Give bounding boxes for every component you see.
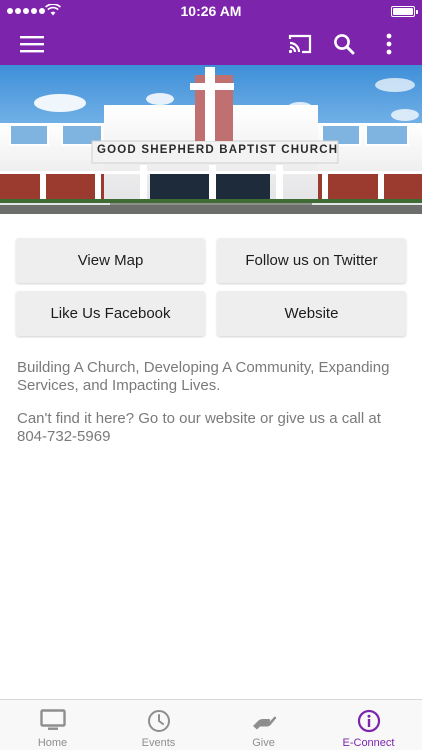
contact-text: Can't find it here? Go to our website or… (17, 410, 381, 445)
like-facebook-button[interactable]: Like Us Facebook (16, 291, 205, 336)
tab-label: Events (141, 737, 176, 749)
info-icon (357, 709, 380, 733)
follow-twitter-button[interactable]: Follow us on Twitter (217, 238, 406, 283)
church-hero-image: GOOD SHEPHERD BAPTIST CHURCH (0, 65, 422, 214)
tab-events[interactable]: Events (106, 700, 211, 750)
church-sign-text: GOOD SHEPHERD BAPTIST CHURCH (97, 144, 339, 156)
more-options-button[interactable] (367, 22, 411, 65)
app-toolbar (0, 22, 422, 65)
tab-label: Give (252, 737, 275, 749)
clock-icon (147, 710, 170, 732)
cast-button[interactable] (278, 22, 322, 65)
tab-home[interactable]: Home (0, 700, 105, 750)
tab-econnect[interactable]: E-Connect (316, 700, 421, 750)
battery-icon (391, 6, 418, 17)
giving-hand-icon (252, 716, 276, 730)
view-map-button[interactable]: View Map (16, 238, 205, 283)
status-bar: 10:26 AM (0, 0, 422, 22)
search-icon (334, 33, 355, 54)
tab-label: E-Connect (342, 737, 395, 749)
hamburger-menu-icon (20, 35, 44, 52)
more-vertical-icon (386, 33, 392, 54)
menu-button[interactable] (10, 22, 54, 65)
church-tagline: Building A Church, Developing A Communit… (17, 359, 390, 394)
search-button[interactable] (322, 22, 366, 65)
cast-icon (288, 34, 312, 53)
monitor-icon (39, 709, 66, 730)
website-button[interactable]: Website (217, 291, 406, 336)
tab-label: Home (37, 737, 68, 749)
status-time: 10:26 AM (180, 3, 242, 19)
tab-give[interactable]: Give (211, 700, 316, 750)
bottom-tab-bar: Home Events Give E-Connect (0, 699, 422, 750)
